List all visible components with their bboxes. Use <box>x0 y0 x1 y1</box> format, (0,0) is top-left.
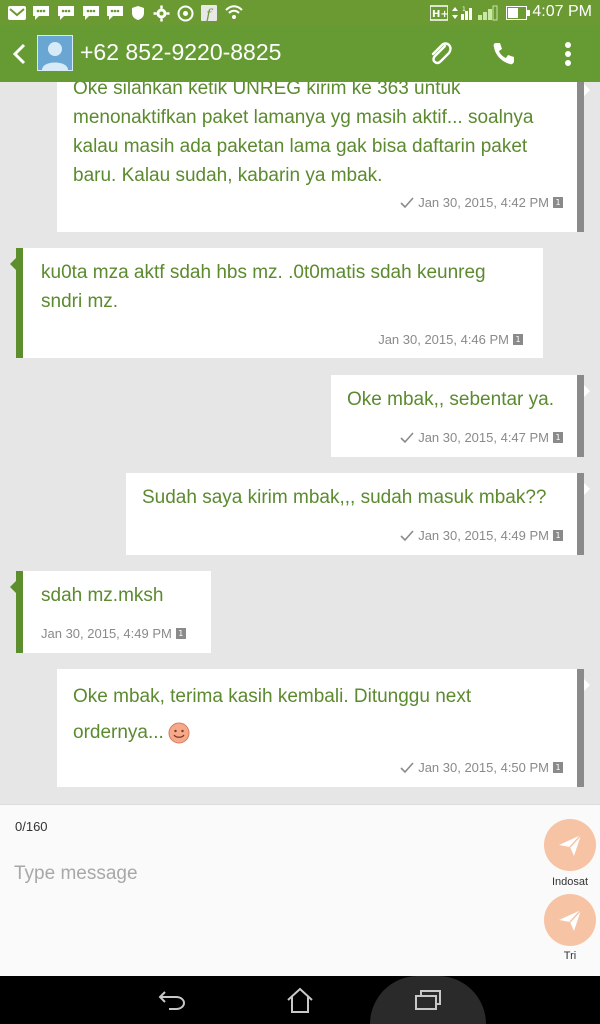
gear-icon <box>153 5 170 21</box>
message-meta: Jan 30, 2015, 4:49 PM 1 <box>400 528 563 543</box>
message-timestamp: Jan 30, 2015, 4:49 PM <box>41 626 172 641</box>
message-text: ku0ta mza aktf sdah hbs mz. .0t0matis sd… <box>41 262 486 312</box>
send-button-tri[interactable] <box>544 894 596 946</box>
sim-badge: 1 <box>553 762 563 773</box>
contact-title[interactable]: +62 852-9220-8825 <box>80 39 281 66</box>
signal-bars-icon: 1 <box>452 5 476 21</box>
chevron-left-icon <box>12 43 26 65</box>
message-meta: Jan 30, 2015, 4:42 PM 1 <box>400 195 563 210</box>
send-icon <box>559 834 582 856</box>
overflow-menu-button[interactable] <box>556 38 580 70</box>
overflow-menu-icon <box>565 42 571 66</box>
home-icon <box>287 987 313 1013</box>
message-text: Oke mbak, terima kasih kembali. Ditunggu… <box>73 679 543 751</box>
message-timestamp: Jan 30, 2015, 4:42 PM <box>418 195 549 210</box>
message-timestamp: Jan 30, 2015, 4:47 PM <box>418 430 549 445</box>
sim-badge: 1 <box>553 530 563 541</box>
sim-badge: 1 <box>513 334 523 345</box>
sim-badge: 1 <box>553 432 563 443</box>
nav-recents-button[interactable] <box>410 984 446 1016</box>
nav-home-button[interactable] <box>282 984 318 1016</box>
wifi-icon <box>225 5 243 21</box>
check-icon <box>400 431 414 443</box>
check-icon <box>400 529 414 541</box>
recents-icon <box>415 990 441 1010</box>
message-meta: Jan 30, 2015, 4:46 PM 1 <box>378 332 523 347</box>
message-timestamp: Jan 30, 2015, 4:49 PM <box>418 528 549 543</box>
message-bubble-outgoing[interactable]: Oke mbak, terima kasih kembali. Ditunggu… <box>57 669 590 787</box>
svg-text:1: 1 <box>462 6 466 13</box>
sim-badge: 1 <box>175 628 186 639</box>
avatar[interactable] <box>37 35 73 71</box>
message-meta: Jan 30, 2015, 4:47 PM 1 <box>400 430 563 445</box>
bbm-icon <box>32 5 50 21</box>
message-text: sdah mz.mksh <box>41 585 164 606</box>
nav-back-button[interactable] <box>154 984 190 1016</box>
phone-icon <box>493 43 514 65</box>
message-meta: Jan 30, 2015, 4:49 PM 1 <box>41 626 186 641</box>
bbm-icon <box>82 5 100 21</box>
back-button[interactable] <box>6 40 34 68</box>
navigation-bar <box>0 976 600 1024</box>
hplus-signal-icon: H+ <box>430 5 448 21</box>
shield-icon <box>130 5 146 21</box>
bbm-icon <box>106 5 124 21</box>
back-icon <box>158 991 186 1010</box>
message-bubble-incoming[interactable]: sdah mz.mksh Jan 30, 2015, 4:49 PM 1 <box>10 571 211 653</box>
send-label-tri: Tri <box>563 950 577 962</box>
message-timestamp: Jan 30, 2015, 4:50 PM <box>418 760 549 775</box>
check-icon <box>400 761 414 773</box>
char-counter: 0/160 <box>15 819 48 834</box>
attach-button[interactable] <box>425 38 457 70</box>
sim-signal-icon <box>478 5 500 21</box>
send-label-indosat: Indosat <box>551 876 589 888</box>
svg-text:H+: H+ <box>432 9 448 20</box>
gmail-icon <box>8 5 26 21</box>
message-text-content: Oke mbak, terima kasih kembali. Ditunggu… <box>73 686 472 743</box>
soccer-icon <box>177 5 194 21</box>
check-icon <box>400 196 414 208</box>
message-thread[interactable]: Oke silahkan ketik UNREG kirim ke 363 un… <box>0 82 600 804</box>
message-text: Oke mbak,, sebentar ya. <box>347 389 554 410</box>
status-bar: f H+ 1 4:07 PM <box>0 0 600 26</box>
send-icon <box>559 909 582 931</box>
compose-area: 0/160 Indosat Tri <box>0 804 600 976</box>
message-bubble-outgoing[interactable]: Oke silahkan ketik UNREG kirim ke 363 un… <box>57 82 590 232</box>
app-bar: +62 852-9220-8825 <box>0 26 600 82</box>
message-input[interactable] <box>14 857 524 891</box>
message-bubble-outgoing[interactable]: Oke mbak,, sebentar ya. Jan 30, 2015, 4:… <box>331 375 590 457</box>
status-time: 4:07 PM <box>532 3 592 20</box>
person-icon <box>42 42 68 70</box>
battery-icon <box>506 5 530 21</box>
sim-badge: 1 <box>553 197 563 208</box>
message-bubble-outgoing[interactable]: Sudah saya kirim mbak,,, sudah masuk mba… <box>126 473 590 555</box>
message-text: Oke silahkan ketik UNREG kirim ke 363 un… <box>73 82 534 186</box>
paperclip-icon <box>431 42 452 65</box>
facebook-icon: f <box>201 5 217 21</box>
send-button-indosat[interactable] <box>544 819 596 871</box>
message-meta: Jan 30, 2015, 4:50 PM 1 <box>400 760 563 775</box>
bbm-icon <box>57 5 75 21</box>
call-button[interactable] <box>488 38 520 70</box>
message-bubble-incoming[interactable]: ku0ta mza aktf sdah hbs mz. .0t0matis sd… <box>10 248 543 358</box>
message-text: Sudah saya kirim mbak,,, sudah masuk mba… <box>142 487 547 508</box>
smiley-emoji-icon <box>168 722 190 744</box>
message-timestamp: Jan 30, 2015, 4:46 PM <box>378 332 509 347</box>
